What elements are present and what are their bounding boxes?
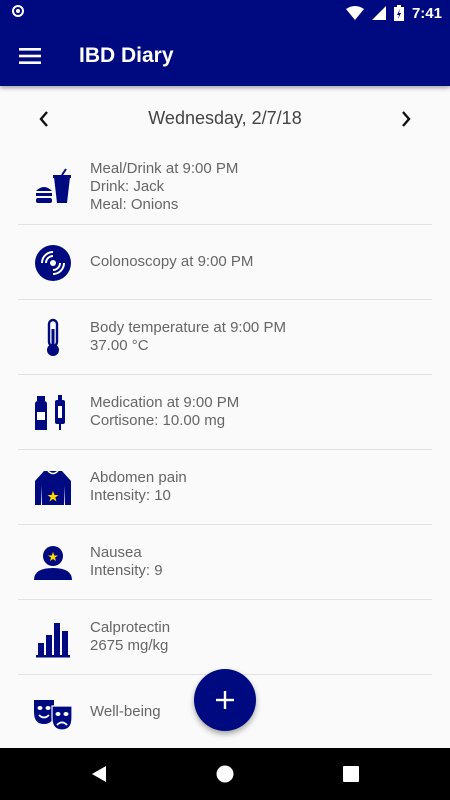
diary-entry-list: Meal/Drink at 9:00 PM Drink: Jack Meal: … (0, 150, 450, 750)
medication-icon (32, 392, 74, 434)
menu-button[interactable] (12, 38, 48, 74)
thermometer-icon (32, 317, 74, 359)
entry-text: Nausea Intensity: 9 (90, 525, 163, 599)
back-button[interactable] (86, 761, 112, 787)
entry-detail: Meal: Onions (90, 196, 179, 213)
well-being-icon (32, 692, 74, 734)
recents-button[interactable] (338, 761, 364, 787)
entry-title: Calprotectin (90, 619, 171, 636)
colonoscopy-icon (32, 242, 74, 284)
nausea-icon (32, 542, 74, 584)
entry-text: Well-being (90, 675, 161, 749)
entry-title: Medication at 9:00 PM (90, 394, 240, 411)
entry-text: Calprotectin 2675 mg/kg (90, 600, 170, 674)
entry-medication[interactable]: Medication at 9:00 PM Cortisone: 10.00 m… (18, 375, 432, 450)
entry-title: Body temperature at 9:00 PM (90, 319, 286, 336)
back-triangle-icon (92, 766, 106, 782)
abdomen-pain-icon (32, 467, 74, 509)
plus-icon (216, 691, 234, 709)
entry-body-temperature[interactable]: Body temperature at 9:00 PM 37.00 °C (18, 300, 432, 375)
status-time: 7:41 (411, 4, 442, 22)
entry-title: Meal/Drink at 9:00 PM (90, 160, 239, 177)
hamburger-menu-icon (19, 48, 41, 64)
entry-title: Abdomen pain (90, 469, 187, 486)
home-circle-icon (216, 765, 234, 783)
date-navigation: Wednesday, 2/7/18 (0, 90, 450, 148)
entry-calprotectin[interactable]: Calprotectin 2675 mg/kg (18, 600, 432, 675)
calprotectin-icon (32, 617, 74, 659)
entry-detail: Drink: Jack (90, 178, 165, 195)
notification-icon (12, 5, 24, 17)
entry-text: Colonoscopy at 9:00 PM (90, 225, 253, 299)
entry-text: Medication at 9:00 PM Cortisone: 10.00 m… (90, 375, 239, 449)
entry-detail: 37.00 °C (90, 337, 149, 354)
meal-drink-icon (32, 167, 74, 209)
battery-icon (393, 5, 404, 21)
chevron-right-icon (402, 111, 411, 127)
entry-title: Well-being (90, 703, 161, 720)
entry-title: Colonoscopy at 9:00 PM (90, 253, 254, 270)
entry-text: Meal/Drink at 9:00 PM Drink: Jack Meal: … (90, 150, 238, 224)
status-bar: 7:41 (0, 0, 450, 26)
app-title: IBD Diary (79, 44, 174, 67)
recents-square-icon (343, 766, 359, 782)
entry-detail: Cortisone: 10.00 mg (90, 412, 226, 429)
entry-title: Nausea (90, 544, 142, 561)
system-navigation-bar (0, 748, 450, 800)
wifi-icon (345, 6, 364, 20)
entry-nausea[interactable]: Nausea Intensity: 9 (18, 525, 432, 600)
entry-colonoscopy[interactable]: Colonoscopy at 9:00 PM (18, 225, 432, 300)
entry-text: Body temperature at 9:00 PM 37.00 °C (90, 300, 286, 374)
home-button[interactable] (212, 761, 238, 787)
add-entry-button[interactable] (194, 669, 256, 731)
entry-detail: 2675 mg/kg (90, 637, 169, 654)
status-icons: 7:41 (345, 0, 442, 26)
current-date: Wednesday, 2/7/18 (148, 108, 302, 128)
entry-meal-drink[interactable]: Meal/Drink at 9:00 PM Drink: Jack Meal: … (18, 150, 432, 225)
entry-detail: Intensity: 10 (90, 487, 171, 504)
next-day-button[interactable] (391, 104, 421, 134)
entry-detail: Intensity: 9 (90, 562, 163, 579)
signal-icon (371, 6, 386, 20)
entry-text: Abdomen pain Intensity: 10 (90, 450, 187, 524)
entry-abdomen-pain[interactable]: Abdomen pain Intensity: 10 (18, 450, 432, 525)
app-bar: IBD Diary (0, 26, 450, 86)
